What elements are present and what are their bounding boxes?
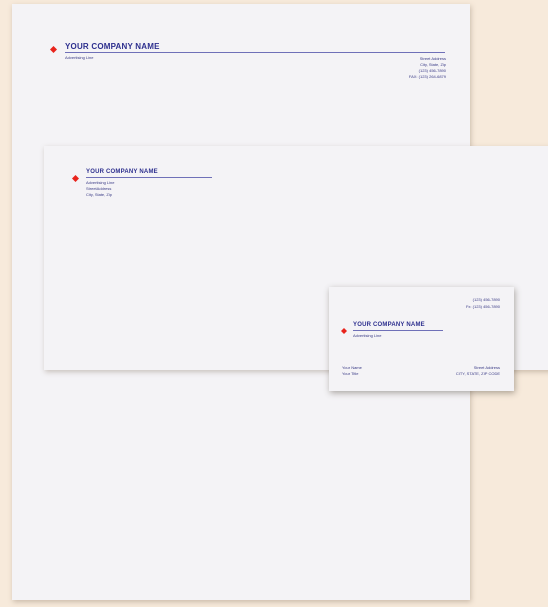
letterhead-advertising-line: Advertising Line (65, 55, 94, 60)
envelope-logo-icon (72, 175, 79, 182)
letterhead-fax: FAX: (123) 264-6879 (408, 74, 446, 79)
card-person-name: Your Name (342, 365, 362, 370)
card-logo-icon (341, 328, 347, 334)
card-street: Street Address (473, 365, 500, 370)
envelope-advertising-line: Advertising Line (86, 180, 115, 185)
letterhead-street: Street Address (419, 56, 446, 61)
card-phone: (123) 456-7890 (472, 297, 500, 302)
business-card: (123) 456-7890 Fx: (123) 456-7890 YOUR C… (329, 287, 514, 391)
card-company-name: YOUR COMPANY NAME (353, 322, 425, 328)
card-person-title: Your Title (342, 371, 359, 376)
letterhead-company-name: YOUR COMPANY NAME (65, 42, 160, 51)
letterhead-rule (65, 52, 445, 53)
card-advertising-line: Advertising Line (353, 333, 382, 338)
card-fax: Fx: (123) 456-7890 (465, 304, 500, 309)
envelope-company-name: YOUR COMPANY NAME (86, 169, 158, 175)
envelope-street: StreetAddress (86, 186, 112, 191)
envelope-city: City, State, Zip (86, 192, 112, 197)
letterhead-phone: (123) 456-7890 (418, 68, 446, 73)
letterhead-city: City, State, Zip (420, 62, 446, 67)
company-logo-icon (50, 46, 57, 53)
envelope-rule (86, 177, 212, 178)
card-rule (353, 330, 443, 331)
card-city: CITY, STATE, ZIP CODE (455, 371, 500, 376)
